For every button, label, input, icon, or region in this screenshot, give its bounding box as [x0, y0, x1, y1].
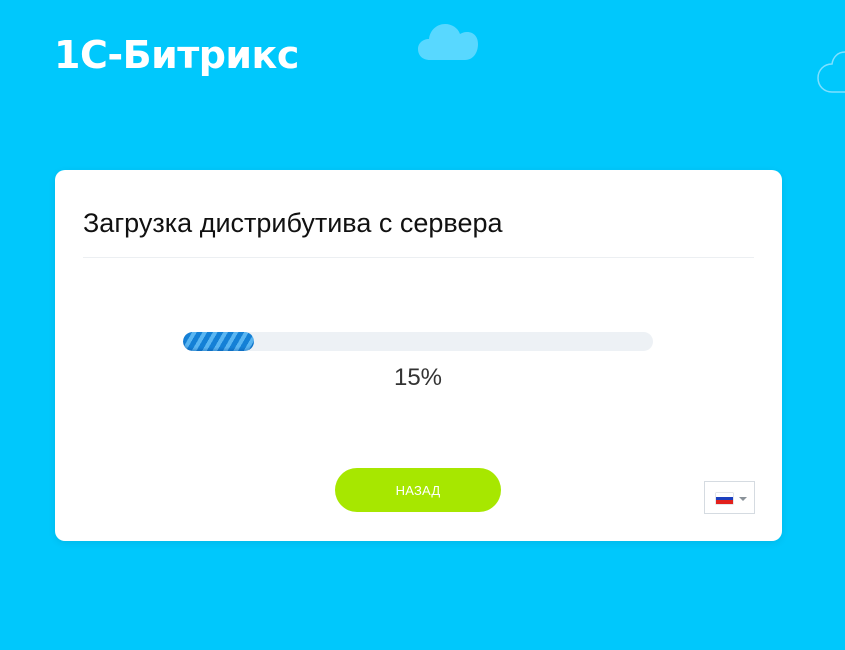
divider — [83, 257, 754, 258]
chevron-down-icon — [739, 497, 747, 501]
progress-fill — [183, 332, 254, 351]
russian-flag-icon — [716, 493, 733, 504]
progress-bar — [183, 332, 653, 351]
logo-text: 1С-Битрикс — [54, 33, 299, 77]
page: { "header": { "logo_text": "1С-Битрикс" … — [0, 0, 845, 650]
card-title: Загрузка дистрибутива с сервера — [83, 208, 503, 238]
cloud-icon — [418, 24, 478, 60]
language-select[interactable] — [704, 481, 755, 514]
cloud-icon — [817, 51, 845, 93]
installer-card: Загрузка дистрибутива с сервера 15% НАЗА… — [55, 170, 782, 541]
progress-percent: 15% — [393, 364, 443, 391]
back-button[interactable]: НАЗАД — [335, 468, 501, 512]
